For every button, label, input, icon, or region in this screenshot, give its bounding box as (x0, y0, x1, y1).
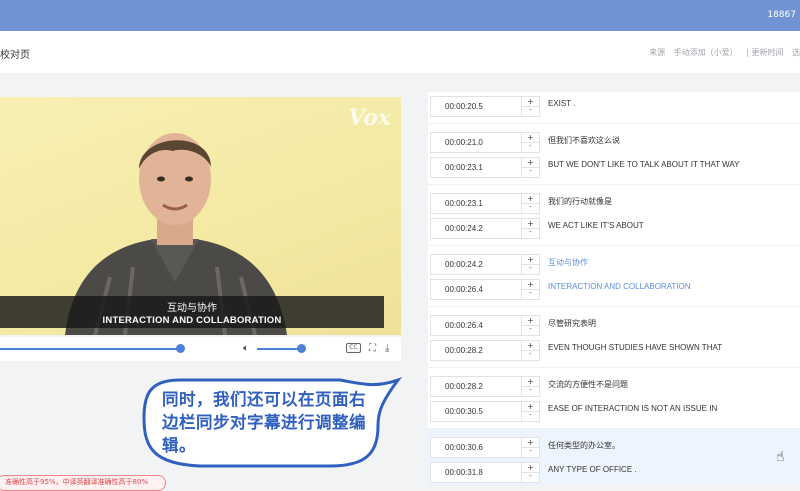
page-title: 校对页 (0, 50, 30, 61)
callout-bubble: 同时，我们还可以在页面右边栏同步对字幕进行调整编辑。 (140, 374, 402, 474)
subtitle-text[interactable]: 任何类型的办公室。 (548, 440, 620, 451)
timestamp-value: 00:00:28.2 (445, 346, 483, 355)
time-stepper: + - (521, 280, 539, 299)
subtitle-text[interactable]: 交流的方便性不是问题 (548, 379, 628, 390)
timestamp-field[interactable]: 00:00:28.2 + - (430, 340, 540, 361)
video-player[interactable]: Vox 互动与协作 INTERACTION AND COLLABORATION (0, 97, 401, 335)
timestamp-field[interactable]: 00:00:30.6 + - (430, 437, 540, 458)
cc-button[interactable]: CC (346, 343, 361, 353)
timestamp-field[interactable]: 00:00:21.0 + - (430, 132, 540, 153)
timestamp-field[interactable]: 00:00:23.1 + - (430, 193, 540, 214)
subtitle-editor-panel: 00:00:20.5 + - EXIST . 00:00:21.0 + - 但我们不喜欢这么说… (428, 92, 800, 485)
decrement-button[interactable]: - (522, 473, 539, 482)
timestamp-field[interactable]: 00:00:24.2 + - (430, 254, 540, 275)
pointer-cursor-icon: ☝︎ (776, 449, 785, 465)
timestamp-value: 00:00:30.5 (445, 407, 483, 416)
decrement-button[interactable]: - (522, 265, 539, 274)
time-stepper: + - (521, 255, 539, 274)
timestamp-field[interactable]: 00:00:20.5 + - (430, 96, 540, 117)
time-stepper: + - (521, 316, 539, 335)
timestamp-value: 00:00:26.4 (445, 285, 483, 294)
decrement-button[interactable]: - (522, 204, 539, 213)
decrement-button[interactable]: - (522, 412, 539, 421)
time-stepper: + - (521, 194, 539, 213)
meta-source: 来源 (649, 48, 666, 57)
time-stepper: + - (521, 341, 539, 360)
timestamp-value: 00:00:31.8 (445, 468, 483, 477)
top-bar: 18867 (0, 0, 800, 31)
decrement-button[interactable]: - (522, 229, 539, 238)
subtitle-chinese: 互动与协作 (167, 303, 217, 314)
subtitle-text[interactable]: EASE OF INTERACTION IS NOT AN ISSUE IN (548, 404, 717, 413)
timestamp-value: 00:00:21.0 (445, 138, 483, 147)
timestamp-field[interactable]: 00:00:26.4 + - (430, 279, 540, 300)
speaker-icon[interactable]: 🔈︎ (243, 343, 249, 354)
timestamp-field[interactable]: 00:00:28.2 + - (430, 376, 540, 397)
title-bar: 校对页 来源 手动添加（小爱） | 更新时间 选 (0, 31, 800, 73)
meta-extra: 选 (792, 48, 800, 57)
subtitle-text[interactable]: EVEN THOUGH STUDIES HAVE SHOWN THAT (548, 343, 722, 352)
page-meta: 来源 手动添加（小爱） | 更新时间 选 (643, 47, 800, 58)
subtitle-text[interactable]: 尽管研究表明 (548, 318, 596, 329)
time-stepper: + - (521, 158, 539, 177)
timestamp-value: 00:00:30.6 (445, 443, 483, 452)
subtitle-text[interactable]: 互动与协作 (548, 257, 588, 268)
video-subtitle-overlay: 互动与协作 INTERACTION AND COLLABORATION (0, 296, 384, 328)
accuracy-notice: 准确性高于95%，中译英翻译准确性高于80% (0, 475, 166, 491)
timestamp-value: 00:00:24.2 (445, 260, 483, 269)
time-stepper: + - (521, 97, 539, 116)
time-stepper: + - (521, 463, 539, 482)
progress-handle[interactable] (176, 344, 185, 353)
timestamp-value: 00:00:26.4 (445, 321, 483, 330)
decrement-button[interactable]: - (522, 107, 539, 116)
timestamp-value: 00:00:28.2 (445, 382, 483, 391)
progress-track[interactable] (0, 348, 180, 350)
subtitle-english: INTERACTION AND COLLABORATION (102, 315, 282, 326)
meta-added-by: 手动添加（小爱） (673, 48, 738, 57)
subtitle-text[interactable]: 但我们不喜欢这么说 (548, 135, 620, 146)
decrement-button[interactable]: - (522, 448, 539, 457)
download-icon[interactable]: ⤓ (385, 343, 389, 354)
decrement-button[interactable]: - (522, 387, 539, 396)
subtitle-text[interactable]: ANY TYPE OF OFFICE . (548, 465, 637, 474)
time-stepper: + - (521, 219, 539, 238)
subtitle-text[interactable]: INTERACTION AND COLLABORATION (548, 282, 691, 291)
time-stepper: + - (521, 438, 539, 457)
decrement-button[interactable]: - (522, 143, 539, 152)
meta-updated: | 更新时间 (746, 48, 784, 57)
subtitle-text[interactable]: 我们的行动就像是 (548, 196, 612, 207)
timestamp-value: 00:00:23.1 (445, 199, 483, 208)
decrement-button[interactable]: - (522, 326, 539, 335)
decrement-button[interactable]: - (522, 168, 539, 177)
video-controls: 🔈︎ CC ⛶ ⤓ (0, 337, 401, 361)
vox-logo: Vox (348, 105, 391, 131)
timestamp-value: 00:00:20.5 (445, 102, 483, 111)
timestamp-field[interactable]: 00:00:30.5 + - (430, 401, 540, 422)
decrement-button[interactable]: - (522, 290, 539, 299)
time-stepper: + - (521, 402, 539, 421)
time-stepper: + - (521, 133, 539, 152)
timestamp-field[interactable]: 00:00:31.8 + - (430, 462, 540, 483)
timestamp-value: 00:00:24.2 (445, 224, 483, 233)
time-stepper: + - (521, 377, 539, 396)
subtitle-text[interactable]: EXIST . (548, 99, 575, 108)
timestamp-field[interactable]: 00:00:26.4 + - (430, 315, 540, 336)
subtitle-text[interactable]: WE ACT LIKE IT'S ABOUT (548, 221, 644, 230)
decrement-button[interactable]: - (522, 351, 539, 360)
fullscreen-icon[interactable]: ⛶ (369, 343, 376, 354)
user-id[interactable]: 18867 (767, 10, 796, 20)
callout-text: 同时，我们还可以在页面右边栏同步对字幕进行调整编辑。 (162, 390, 366, 455)
timestamp-field[interactable]: 00:00:23.1 + - (430, 157, 540, 178)
volume-track[interactable] (257, 348, 301, 350)
timestamp-field[interactable]: 00:00:24.2 + - (430, 218, 540, 239)
timestamp-value: 00:00:23.1 (445, 163, 483, 172)
volume-handle[interactable] (297, 344, 306, 353)
subtitle-text[interactable]: BUT WE DON'T LIKE TO TALK ABOUT IT THAT … (548, 160, 740, 169)
